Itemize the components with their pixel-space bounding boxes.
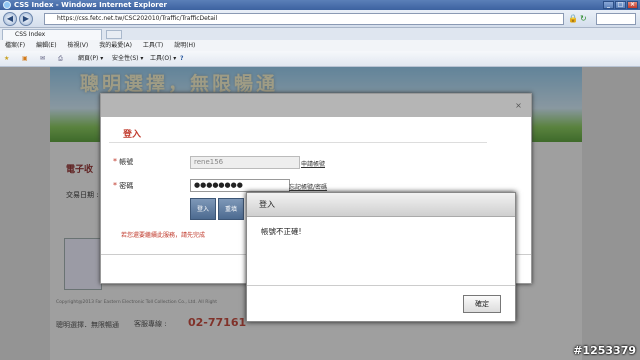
ok-button[interactable]: 確定 xyxy=(463,295,501,313)
watermark: #1253379 xyxy=(573,344,636,357)
tab-label: CSS Index xyxy=(15,31,46,38)
login-button[interactable]: 登入 xyxy=(190,198,216,220)
url-input[interactable]: https://css.fetc.net.tw/CSC202010/Traffi… xyxy=(44,13,564,25)
menu-help[interactable]: 說明(H) xyxy=(174,42,195,49)
menu-file[interactable]: 檔案(F) xyxy=(5,42,25,49)
search-input[interactable] xyxy=(596,13,636,25)
menu-view[interactable]: 檢視(V) xyxy=(67,42,88,49)
url-text: https://css.fetc.net.tw/CSC202010/Traffi… xyxy=(57,15,218,22)
login-note: 若您還要繼續此服務，請先完成 xyxy=(121,232,206,239)
forward-button[interactable]: ▶ xyxy=(19,12,33,26)
divider xyxy=(247,285,515,286)
menu-favorites[interactable]: 我的最愛(A) xyxy=(99,42,132,49)
minimize-button[interactable]: _ xyxy=(603,1,614,9)
close-window-button[interactable]: × xyxy=(627,1,638,9)
help-menu[interactable]: ? xyxy=(180,51,183,67)
feeds-icon[interactable]: ▣ xyxy=(22,51,28,67)
maximize-button[interactable]: □ xyxy=(615,1,626,9)
account-label: * 帳號 xyxy=(113,157,134,166)
alert-header: 登入 xyxy=(247,193,515,217)
window-title: CSS Index - Windows Internet Explorer xyxy=(14,1,167,9)
close-icon[interactable]: × xyxy=(514,101,523,110)
password-field[interactable]: ●●●●●●●● xyxy=(190,179,290,192)
print-icon[interactable]: ⎙ xyxy=(58,51,63,67)
address-bar: ◀ ▶ https://css.fetc.net.tw/CSC202010/Tr… xyxy=(0,10,640,28)
login-dialog-header: × xyxy=(101,94,531,117)
back-button[interactable]: ◀ xyxy=(3,12,17,26)
divider xyxy=(109,142,487,143)
tools-menu[interactable]: 工具(O) ▾ xyxy=(150,51,176,67)
safety-menu[interactable]: 安全性(S) ▾ xyxy=(112,51,143,67)
alert-message: 帳號不正確! xyxy=(261,227,302,236)
window-title-bar: CSS Index - Windows Internet Explorer _ … xyxy=(0,0,640,10)
lock-icon[interactable]: 🔒 xyxy=(568,14,578,23)
password-label: * 密碼 xyxy=(113,181,134,190)
forgot-password-link[interactable]: 忘記帳號/密碼 xyxy=(289,182,327,191)
ie-icon xyxy=(3,1,11,9)
login-title: 登入 xyxy=(123,130,142,140)
alert-dialog: 登入 帳號不正確! 確定 xyxy=(246,192,516,322)
tab-bar: CSS Index xyxy=(0,28,640,40)
menu-bar: 檔案(F) 編輯(E) 檢視(V) 我的最愛(A) 工具(T) 說明(H) xyxy=(0,40,640,51)
favorites-icon[interactable]: ★ xyxy=(4,51,9,67)
page-menu[interactable]: 網頁(P) ▾ xyxy=(78,51,103,67)
tab-css-index[interactable]: CSS Index xyxy=(2,29,102,40)
reset-button[interactable]: 重填 xyxy=(218,198,244,220)
new-tab-button[interactable] xyxy=(106,30,122,39)
alert-title: 登入 xyxy=(259,200,275,209)
apply-account-link[interactable]: 申請帳號 xyxy=(301,159,325,168)
refresh-icon[interactable]: ↻ xyxy=(580,14,587,23)
mail-icon[interactable]: ✉ xyxy=(40,51,45,67)
menu-edit[interactable]: 編輯(E) xyxy=(36,42,56,49)
account-field[interactable]: rene156 xyxy=(190,156,300,169)
command-bar: ★ ▣ ✉ ⎙ 網頁(P) ▾ 安全性(S) ▾ 工具(O) ▾ ? xyxy=(0,51,640,67)
menu-tools[interactable]: 工具(T) xyxy=(143,42,163,49)
